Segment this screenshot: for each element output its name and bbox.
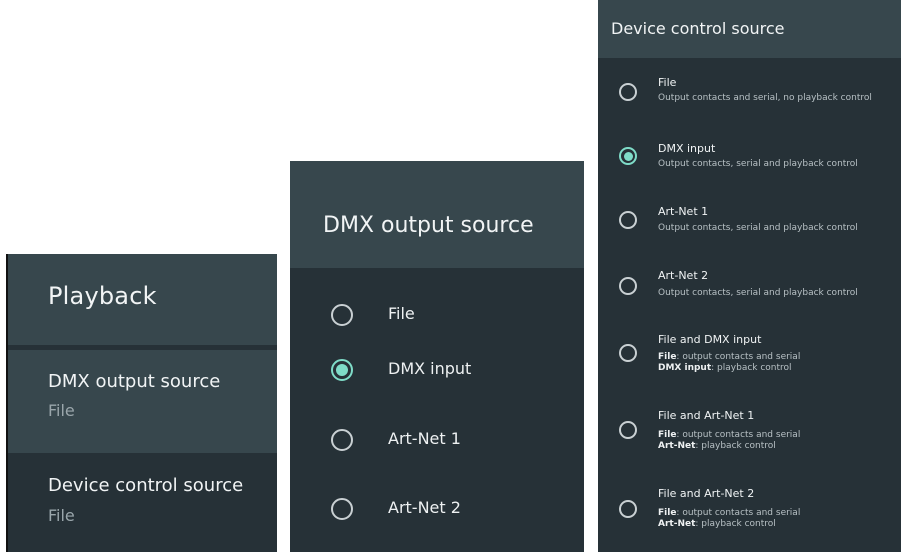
option-label: DMX input bbox=[388, 359, 472, 378]
radio-unchecked-icon[interactable] bbox=[331, 498, 353, 520]
radio-unchecked-icon[interactable] bbox=[619, 500, 637, 518]
desc-key: Art-Net bbox=[658, 519, 696, 529]
desc-text: : output contacts and serial bbox=[676, 352, 801, 362]
desc-key: File bbox=[658, 352, 677, 362]
screenshot-stage: Playback DMX output source File Device c… bbox=[0, 0, 901, 552]
desc-key: DMX input bbox=[658, 363, 712, 373]
option-description-line2: DMX input: playback control bbox=[658, 363, 792, 374]
radio-checked-icon[interactable] bbox=[331, 359, 353, 381]
device-control-source-item[interactable]: Device control source File bbox=[8, 453, 277, 552]
dmx-output-source-dialog: DMX output source File DMX input Art-Net… bbox=[290, 161, 584, 552]
desc-key: File bbox=[658, 430, 677, 440]
playback-panel: Playback DMX output source File Device c… bbox=[6, 254, 277, 552]
radio-unchecked-icon[interactable] bbox=[619, 421, 637, 439]
desc-text: : playback control bbox=[711, 363, 792, 373]
option-title: DMX input bbox=[658, 142, 716, 155]
dmx-option-dmx-input[interactable]: DMX input bbox=[290, 349, 584, 389]
device-control-title: Device control source bbox=[611, 19, 785, 38]
radio-unchecked-icon[interactable] bbox=[619, 83, 637, 101]
option-description-line1: File: output contacts and serial bbox=[658, 508, 800, 519]
option-title: File and Art-Net 2 bbox=[658, 487, 755, 500]
dmx-option-art-net-1[interactable]: Art-Net 1 bbox=[290, 419, 584, 459]
desc-text: : output contacts and serial bbox=[676, 508, 801, 518]
option-description: Output contacts, serial and playback con… bbox=[658, 159, 858, 169]
device-control-header: Device control source bbox=[598, 0, 901, 58]
option-description: Output contacts, serial and playback con… bbox=[658, 223, 858, 233]
pref-title: Device control source bbox=[48, 475, 244, 496]
pref-title: DMX output source bbox=[48, 371, 221, 392]
radio-unchecked-icon[interactable] bbox=[331, 429, 353, 451]
option-title: File and DMX input bbox=[658, 333, 762, 346]
option-title: Art-Net 2 bbox=[658, 269, 709, 282]
desc-key: File bbox=[658, 508, 677, 518]
desc-text: : playback control bbox=[695, 519, 776, 529]
option-label: Art-Net 1 bbox=[388, 429, 461, 448]
option-description-line2: Art-Net: playback control bbox=[658, 519, 776, 530]
option-title: File and Art-Net 1 bbox=[658, 409, 755, 422]
option-title: Art-Net 1 bbox=[658, 205, 709, 218]
pref-value: File bbox=[48, 401, 75, 420]
option-description: Output contacts and serial, no playback … bbox=[658, 93, 872, 103]
dmx-output-header: DMX output source bbox=[290, 161, 584, 268]
dmx-option-art-net-2[interactable]: Art-Net 2 bbox=[290, 488, 584, 528]
pref-value: File bbox=[48, 506, 75, 525]
option-title: File bbox=[658, 76, 677, 89]
radio-unchecked-icon[interactable] bbox=[619, 211, 637, 229]
option-label: Art-Net 2 bbox=[388, 498, 461, 517]
option-label: File bbox=[388, 304, 415, 323]
option-description: Output contacts, serial and playback con… bbox=[658, 288, 858, 298]
radio-unchecked-icon[interactable] bbox=[619, 277, 637, 295]
device-control-source-dialog: Device control source File Output contac… bbox=[598, 0, 901, 552]
option-description-line1: File: output contacts and serial bbox=[658, 352, 800, 363]
desc-key: Art-Net bbox=[658, 441, 696, 451]
playback-header: Playback bbox=[8, 254, 277, 345]
dmx-output-source-item[interactable]: DMX output source File bbox=[8, 350, 277, 453]
playback-title: Playback bbox=[48, 282, 157, 310]
desc-text: : playback control bbox=[695, 441, 776, 451]
desc-text: : output contacts and serial bbox=[676, 430, 801, 440]
radio-unchecked-icon[interactable] bbox=[331, 304, 353, 326]
option-description-line1: File: output contacts and serial bbox=[658, 430, 800, 441]
dmx-option-file[interactable]: File bbox=[290, 294, 584, 334]
option-description-line2: Art-Net: playback control bbox=[658, 441, 776, 452]
radio-unchecked-icon[interactable] bbox=[619, 344, 637, 362]
radio-checked-icon[interactable] bbox=[619, 147, 637, 165]
dmx-output-title: DMX output source bbox=[323, 213, 534, 238]
